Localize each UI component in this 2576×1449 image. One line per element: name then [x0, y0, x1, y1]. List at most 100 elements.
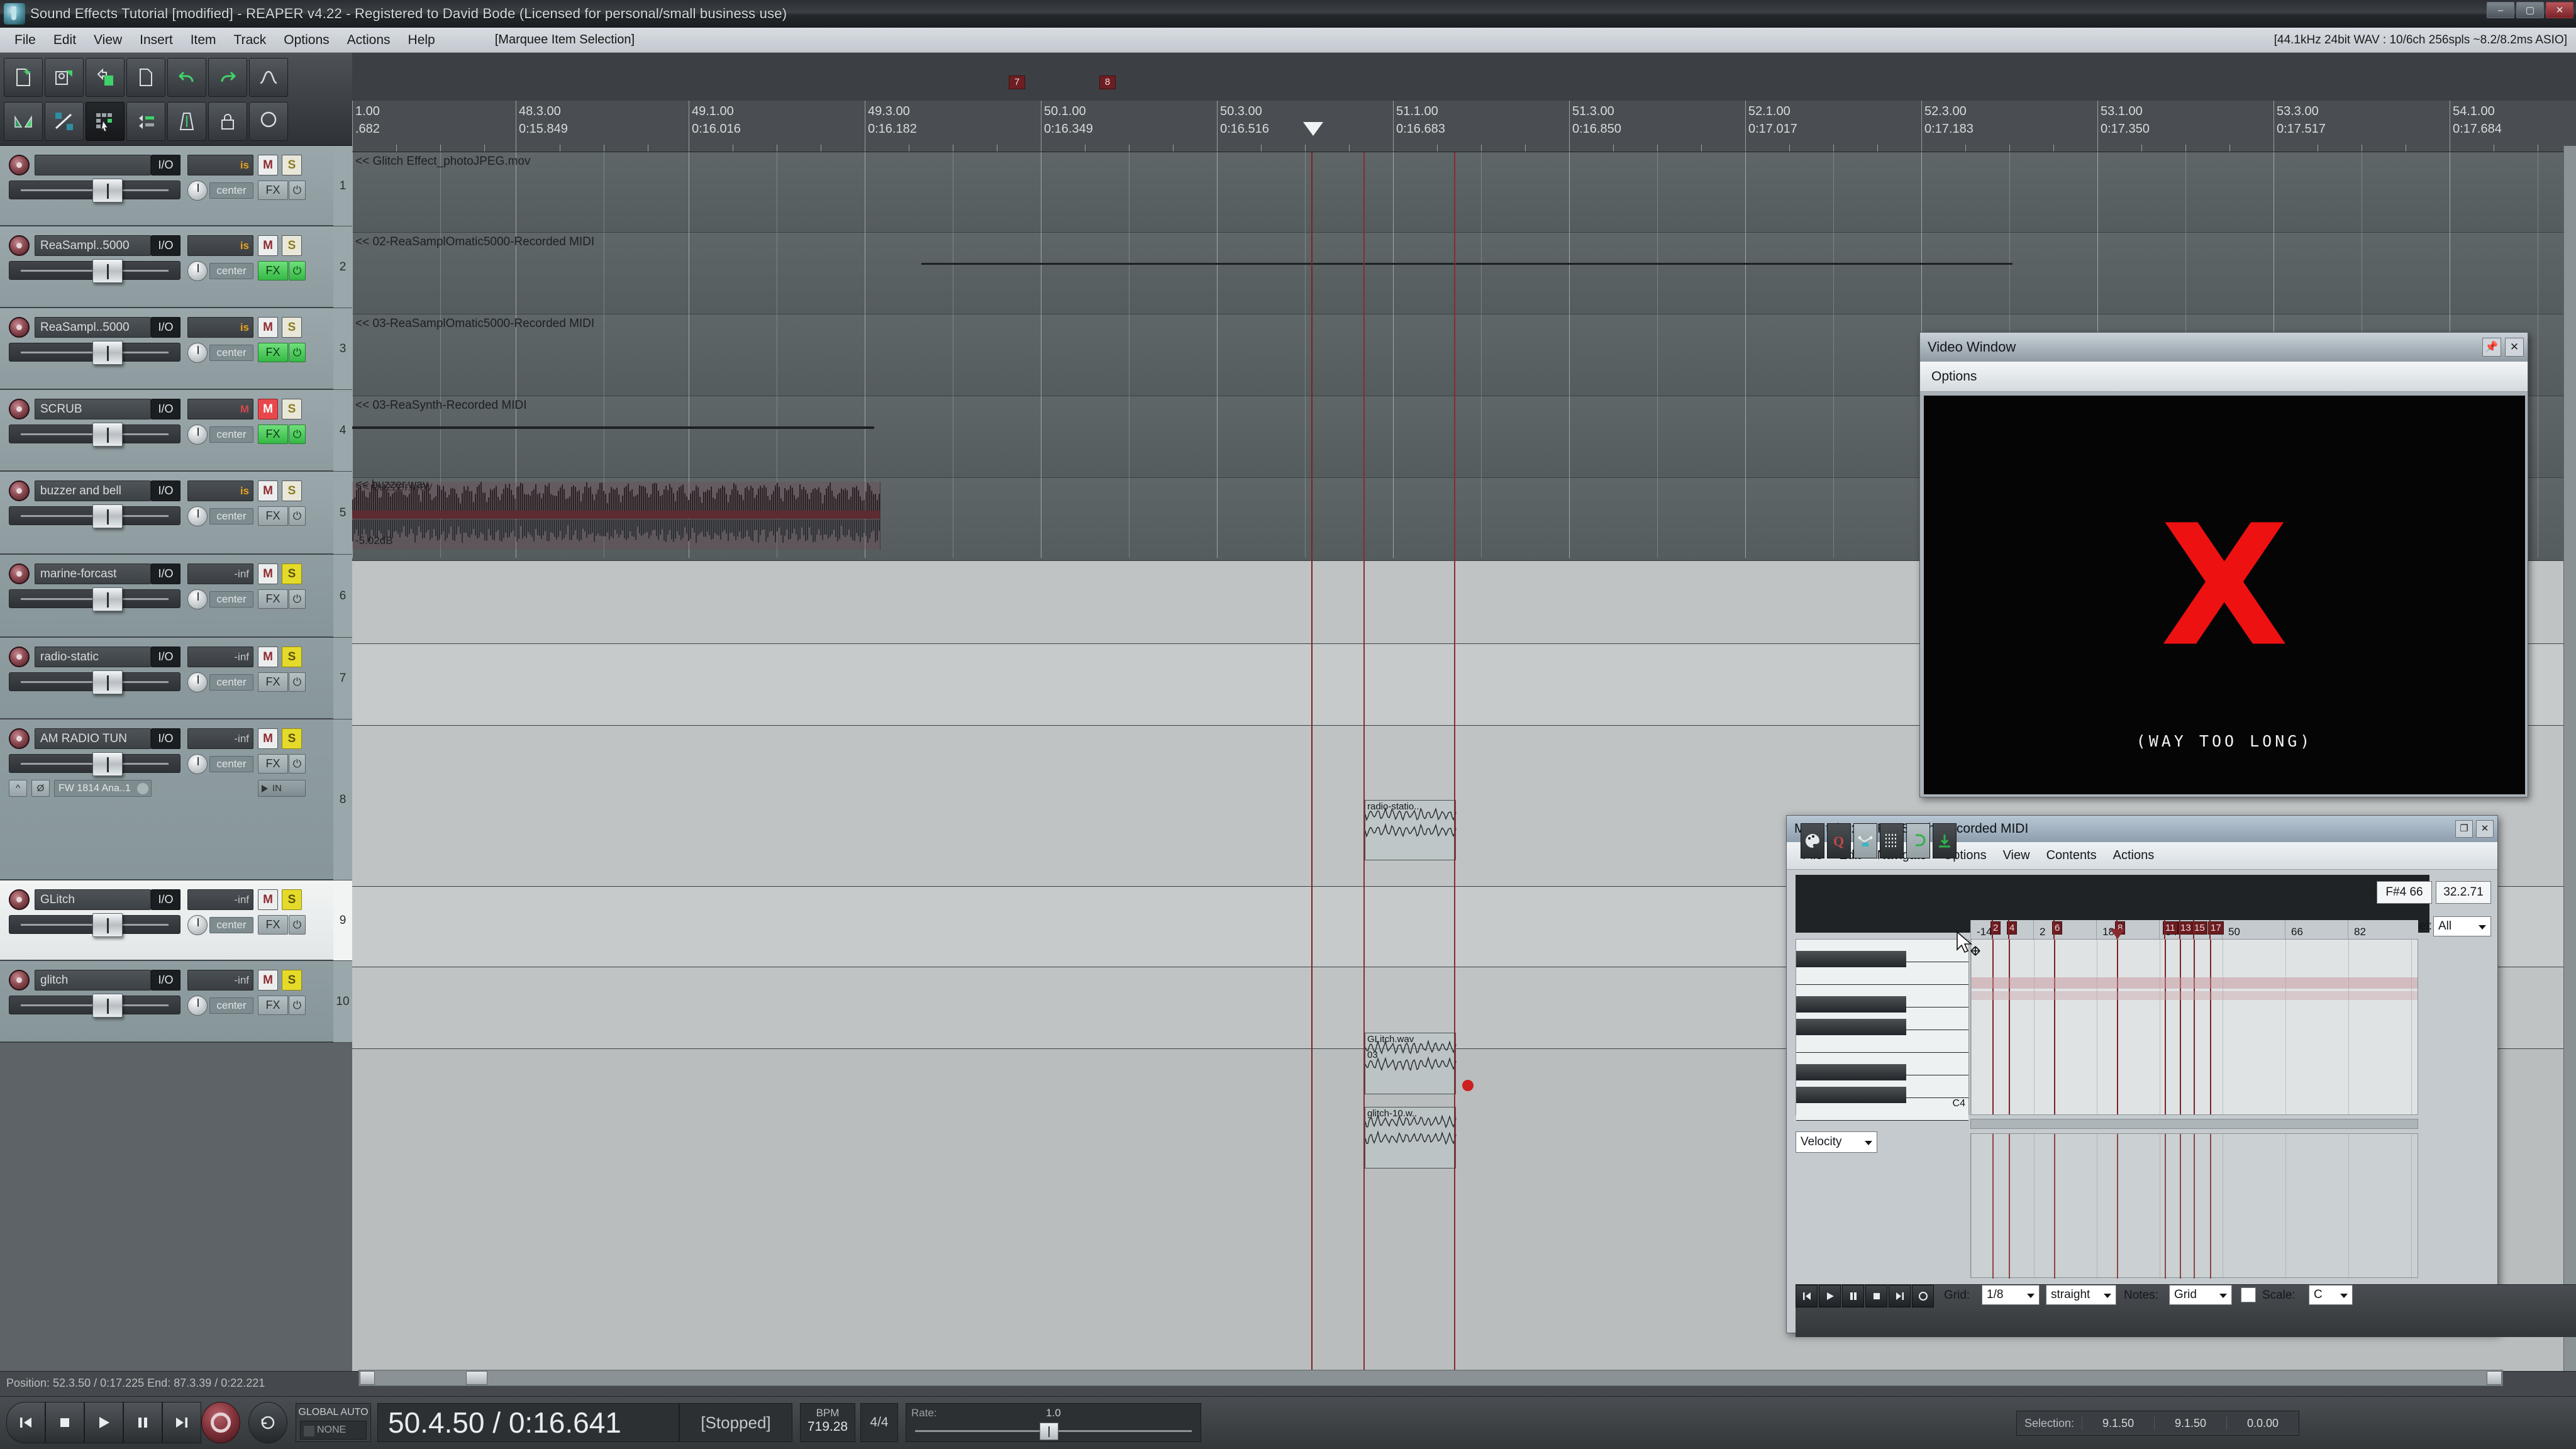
mute-button[interactable]: M — [258, 728, 278, 749]
quantize-icon[interactable]: Q — [1827, 823, 1851, 858]
timeline-ruler[interactable]: 1.00.682 48.3.00 0:15.849 49.1.00 0:16.016 49… — [352, 101, 2576, 152]
track-panel-3[interactable]: ReaSampl..5000 I/O is M Scenter FX ⏻ — [0, 308, 333, 390]
undo-icon[interactable] — [167, 58, 206, 97]
pan-knob[interactable] — [187, 506, 208, 526]
record-monitor-button[interactable]: IN — [258, 780, 306, 797]
envelope-icon[interactable] — [1853, 823, 1877, 858]
solo-button[interactable]: S — [282, 728, 302, 749]
skip-end-icon[interactable] — [1889, 1285, 1911, 1307]
fx-button[interactable]: FX — [258, 672, 288, 692]
menu-view[interactable]: View — [86, 30, 130, 50]
track-name-field[interactable] — [35, 155, 151, 175]
track-panel-7[interactable]: radio-static I/O -inf M Scenter FX ⏻ — [0, 638, 333, 719]
pan-knob[interactable] — [187, 915, 208, 935]
track-name-field[interactable]: glitch — [35, 970, 151, 991]
loop-icon[interactable] — [249, 102, 288, 141]
route-io-button[interactable]: I/O — [151, 155, 180, 175]
input-select[interactable]: FW 1814 Ana..1 — [54, 780, 152, 797]
scroll-icon[interactable] — [126, 102, 165, 141]
pan-readout[interactable]: center — [209, 756, 253, 772]
mute-button[interactable]: M — [258, 889, 278, 910]
scale-select[interactable]: C — [2309, 1285, 2353, 1305]
envelope-icon[interactable] — [249, 58, 288, 97]
piano-black-key[interactable] — [1796, 951, 1906, 967]
fx-bypass-button[interactable]: ⏻ — [289, 996, 306, 1015]
track-panel-8[interactable]: AM RADIO TUN I/O -inf M Scenter FX ⏻ ^ Ø FW 1814 … — [0, 719, 333, 880]
metronome-icon[interactable] — [167, 102, 206, 141]
fx-bypass-button[interactable]: ⏻ — [289, 343, 306, 362]
pan-readout[interactable]: center — [209, 917, 253, 933]
record-arm-button[interactable] — [9, 399, 30, 419]
bpm-value[interactable]: 719.28 — [801, 1419, 855, 1435]
rate-slider-thumb[interactable] — [1040, 1423, 1058, 1440]
track-name-field[interactable]: radio-static — [35, 647, 151, 667]
global-automation-panel[interactable]: GLOBAL AUTO NONE — [296, 1403, 371, 1442]
close-button[interactable]: ✕ — [2546, 2, 2573, 18]
pan-readout[interactable]: center — [209, 345, 253, 361]
track-panel-5[interactable]: buzzer and bell I/O is M Scenter FX ⏻ — [0, 472, 333, 555]
pan-readout[interactable]: center — [209, 591, 253, 608]
scale-checkbox[interactable] — [2241, 1287, 2256, 1302]
play-icon[interactable] — [84, 1402, 123, 1443]
track-panel-10[interactable]: glitch I/O -inf M Scenter FX ⏻ — [0, 961, 333, 1043]
track-panel-4[interactable]: SCRUB I/O M M Scenter FX ⏻ — [0, 390, 333, 472]
pan-readout[interactable]: center — [209, 997, 253, 1014]
record-arm-button[interactable] — [9, 235, 30, 256]
save-project-icon[interactable] — [86, 58, 125, 97]
fx-button[interactable]: FX — [258, 754, 288, 774]
volume-fader[interactable] — [9, 589, 180, 608]
menu-edit[interactable]: Edit — [45, 30, 84, 50]
channel-select[interactable]: All — [2433, 916, 2491, 936]
solo-button[interactable]: S — [282, 235, 302, 256]
arrange-item-label[interactable]: << Glitch Effect_photoJPEG.mov — [355, 155, 530, 169]
midi-play-cursor-handle[interactable] — [2110, 929, 2125, 939]
midi-editor-window[interactable]: MIDI take: 03-ReaSynth-Recorded MIDI ❐ ✕… — [1786, 815, 2498, 1333]
midi-roll-hscrollbar[interactable] — [1970, 1119, 2418, 1129]
selection-end[interactable]: 9.1.50 — [2154, 1417, 2226, 1430]
piano-black-key[interactable] — [1796, 1064, 1906, 1080]
volume-fader[interactable] — [9, 915, 180, 934]
menu-actions[interactable]: Actions — [339, 30, 399, 50]
horizontal-scrollbar[interactable] — [358, 1370, 2503, 1386]
video-options-menu[interactable]: Options — [1920, 362, 2528, 392]
insert-note-icon[interactable] — [1933, 823, 1957, 858]
track-panel-1[interactable]: I/O is M Scenter FX ⏻ — [0, 146, 333, 226]
record-arm-button[interactable] — [9, 889, 30, 910]
midi-close-icon[interactable]: ✕ — [2476, 820, 2494, 838]
route-io-button[interactable]: I/O — [151, 564, 180, 584]
play-cursor-handle[interactable] — [1303, 122, 1323, 136]
record-arm-button[interactable] — [9, 317, 30, 338]
scroll-left-arrow[interactable] — [360, 1371, 375, 1385]
menu-help[interactable]: Help — [400, 30, 443, 50]
volume-readout[interactable]: -inf — [187, 647, 253, 667]
global-auto-value[interactable]: NONE — [300, 1421, 367, 1440]
track-name-field[interactable]: GLitch — [35, 889, 151, 910]
video-close-icon[interactable]: ✕ — [2505, 338, 2524, 357]
solo-button[interactable]: S — [282, 317, 302, 338]
volume-fader[interactable] — [9, 180, 180, 199]
fx-bypass-button[interactable]: ⏻ — [289, 672, 306, 692]
record-arm-button[interactable] — [9, 564, 30, 584]
selection-length[interactable]: 0.0.00 — [2226, 1417, 2299, 1430]
arrange-item-label[interactable]: << 02-ReaSamplOmatic5000-Recorded MIDI — [355, 235, 594, 249]
hscroll-thumb[interactable] — [466, 1371, 487, 1385]
pan-knob[interactable] — [187, 180, 208, 201]
record-arm-button[interactable] — [9, 155, 30, 175]
volume-fader[interactable] — [9, 261, 180, 280]
lane-select[interactable]: Velocity — [1796, 1131, 1877, 1153]
volume-readout[interactable]: -inf — [187, 970, 253, 991]
track-panel-6[interactable]: marine-forcast I/O -inf M Scenter FX ⏻ — [0, 555, 333, 638]
redo-icon[interactable] — [208, 58, 247, 97]
volume-readout[interactable]: is — [187, 480, 253, 501]
fx-bypass-button[interactable]: ⏻ — [289, 180, 306, 200]
record-arm-button[interactable] — [9, 480, 30, 501]
solo-button[interactable]: S — [282, 647, 302, 667]
route-io-button[interactable]: I/O — [151, 647, 180, 667]
menu-item[interactable]: Item — [182, 30, 225, 50]
minimize-button[interactable]: – — [2487, 2, 2514, 18]
stop-icon[interactable] — [45, 1402, 84, 1443]
volume-readout[interactable]: is — [187, 155, 253, 175]
pause-icon[interactable] — [123, 1402, 162, 1443]
track-name-field[interactable]: AM RADIO TUN — [35, 728, 151, 749]
menu-options[interactable]: Options — [275, 30, 337, 50]
